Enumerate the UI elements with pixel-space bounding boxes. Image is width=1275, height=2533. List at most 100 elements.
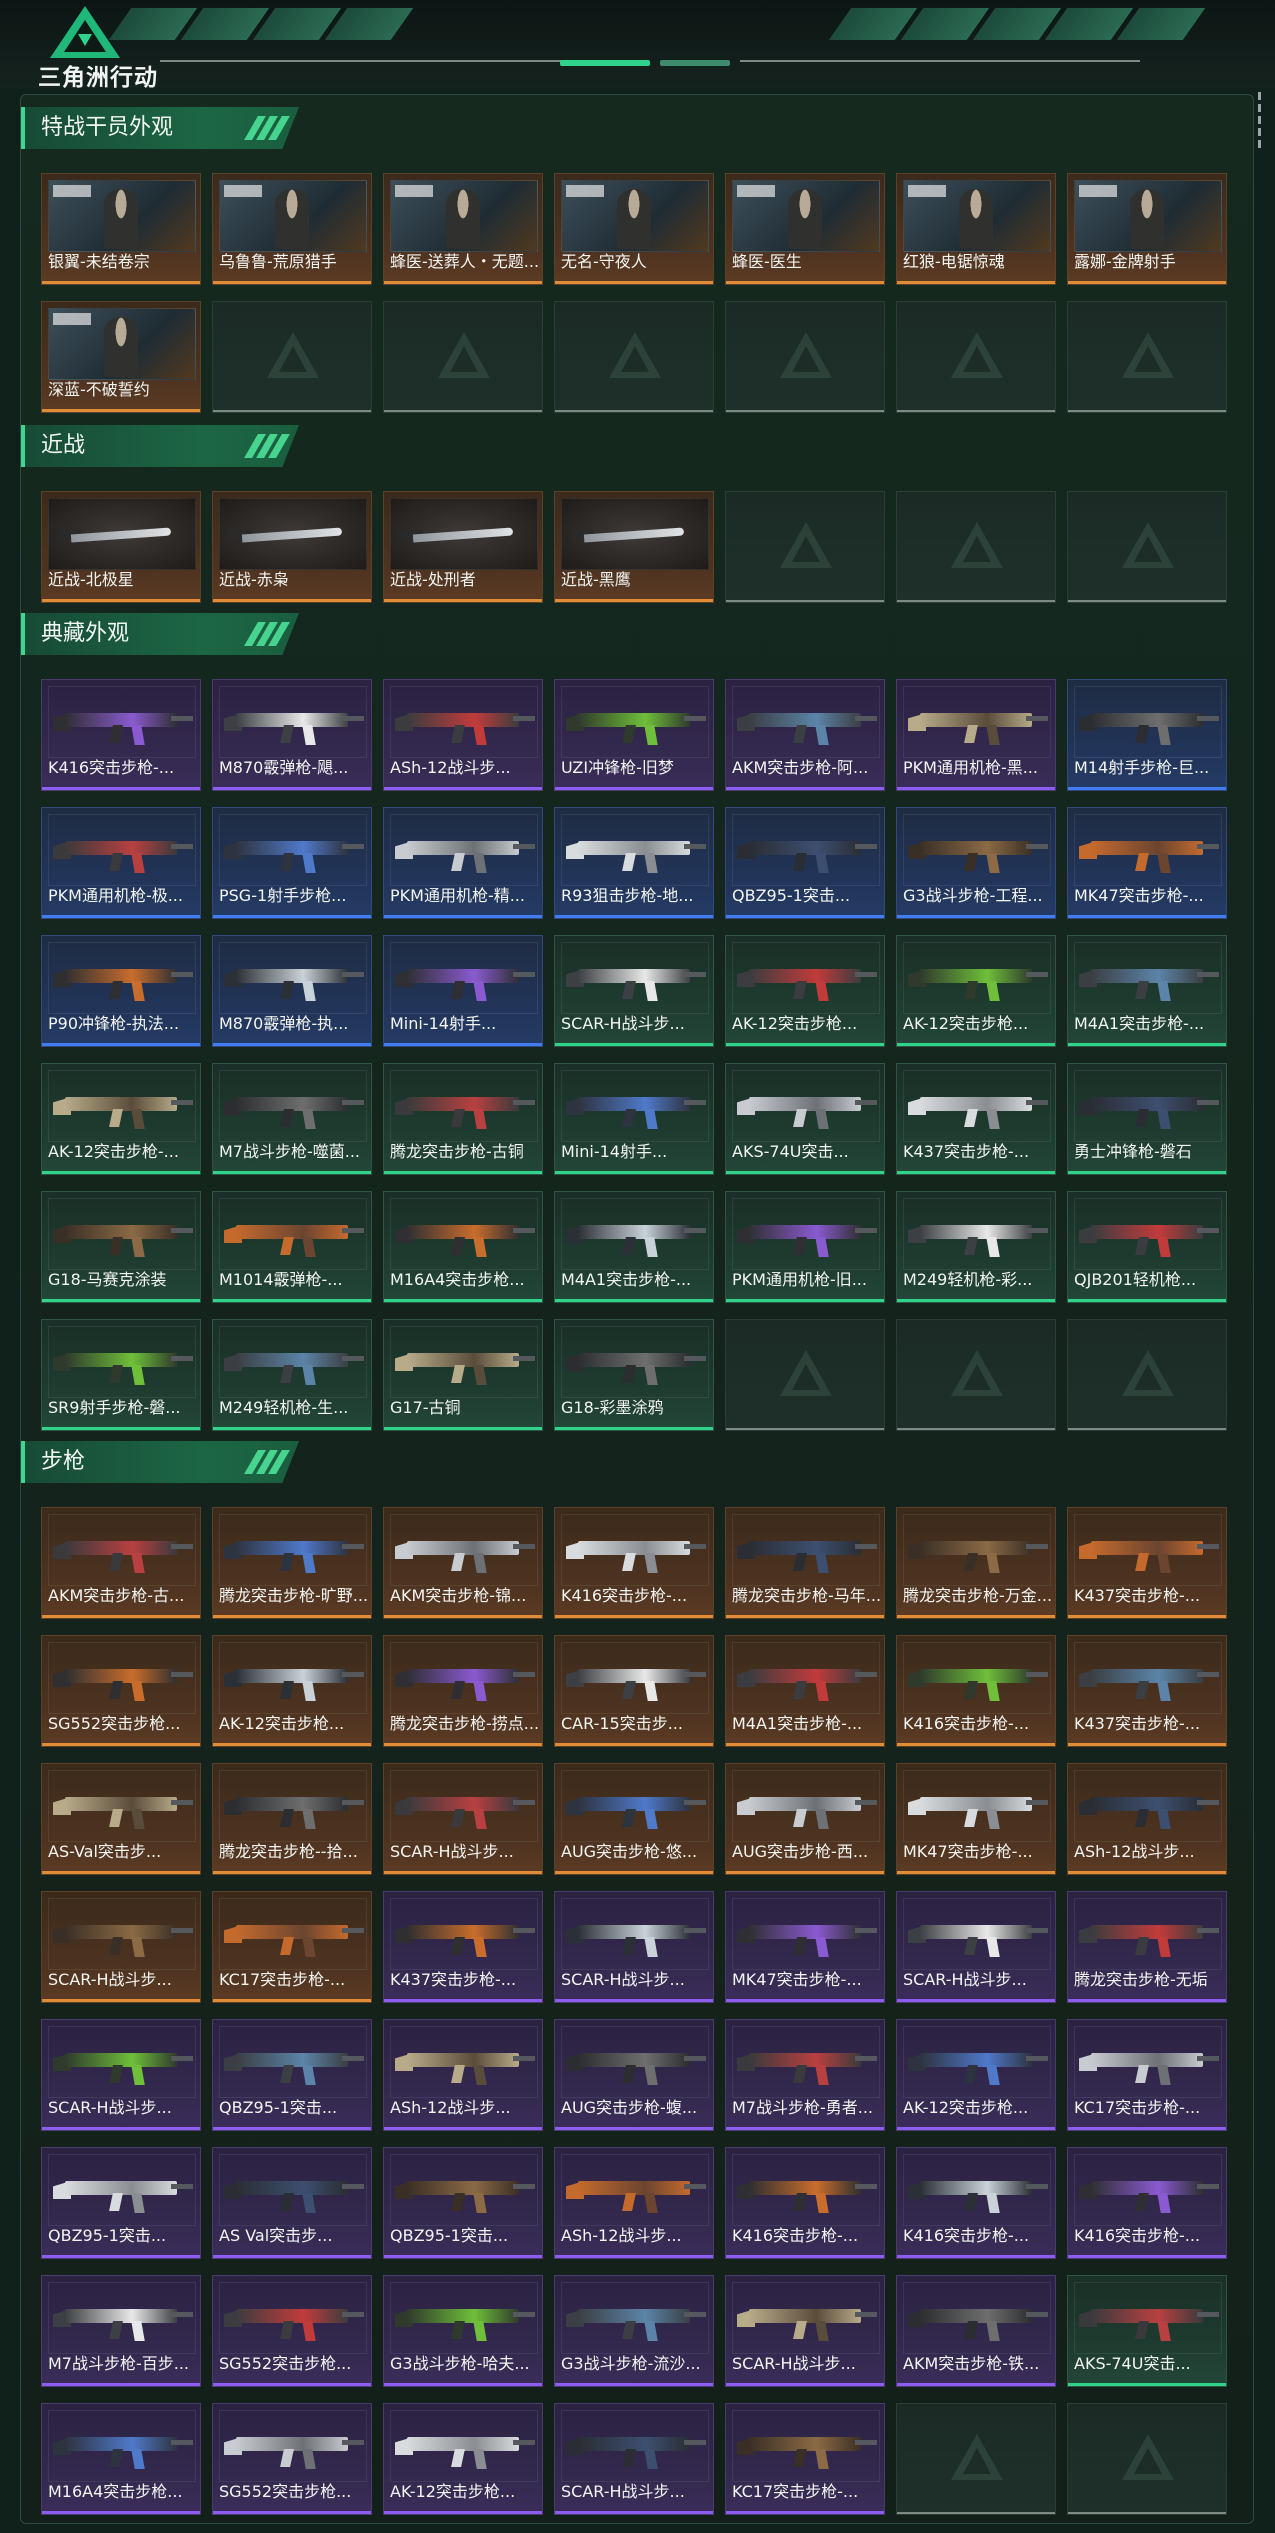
skin-card[interactable]: KC17突击步枪-... xyxy=(1067,2019,1227,2131)
skin-card[interactable]: G18-彩墨涂鸦 xyxy=(554,1319,714,1431)
skin-card[interactable]: 腾龙突击步枪-古铜 xyxy=(383,1063,543,1175)
skin-card[interactable]: G3战斗步枪-工程... xyxy=(896,807,1056,919)
skin-card[interactable]: AK-12突击步枪... xyxy=(212,1635,372,1747)
skin-card[interactable]: K416突击步枪-... xyxy=(1067,2147,1227,2259)
skin-card[interactable]: QJB201轻机枪... xyxy=(1067,1191,1227,1303)
skin-card[interactable]: 乌鲁鲁-荒原猎手 xyxy=(212,173,372,285)
skin-card[interactable]: AKS-74U突击... xyxy=(725,1063,885,1175)
skin-card[interactable]: SCAR-H战斗步... xyxy=(383,1763,543,1875)
skin-card[interactable]: AK-12突击步枪-... xyxy=(41,1063,201,1175)
skin-card[interactable]: QBZ95-1突击... xyxy=(725,807,885,919)
skin-card[interactable]: SG552突击步枪... xyxy=(41,1635,201,1747)
skin-card[interactable]: KC17突击步枪-... xyxy=(212,1891,372,2003)
skin-card[interactable]: M16A4突击步枪... xyxy=(383,1191,543,1303)
skin-card[interactable]: ASh-12战斗步... xyxy=(383,2019,543,2131)
skin-card[interactable]: 近战-黑鹰 xyxy=(554,491,714,603)
skin-card[interactable]: M7战斗步枪-噬菌... xyxy=(212,1063,372,1175)
skin-card[interactable]: KC17突击步枪-... xyxy=(725,2403,885,2515)
skin-card[interactable]: 蜂医-医生 xyxy=(725,173,885,285)
skin-card[interactable]: K416突击步枪-... xyxy=(896,2147,1056,2259)
skin-card[interactable]: AKM突击步枪-古... xyxy=(41,1507,201,1619)
skin-card[interactable]: M870霰弹枪-执... xyxy=(212,935,372,1047)
skin-card[interactable]: AK-12突击步枪... xyxy=(383,2403,543,2515)
skin-card[interactable]: G3战斗步枪-哈夫... xyxy=(383,2275,543,2387)
skin-card[interactable]: SR9射手步枪-磐... xyxy=(41,1319,201,1431)
skin-card[interactable]: ASh-12战斗步... xyxy=(1067,1763,1227,1875)
skin-card[interactable]: K437突击步枪-... xyxy=(896,1063,1056,1175)
skin-card[interactable]: QBZ95-1突击... xyxy=(212,2019,372,2131)
skin-card[interactable]: PKM通用机枪-旧... xyxy=(725,1191,885,1303)
skin-card[interactable]: 腾龙突击步枪-马年... xyxy=(725,1507,885,1619)
skin-card[interactable]: AKM突击步枪-阿... xyxy=(725,679,885,791)
skin-card[interactable]: 银翼-未结卷宗 xyxy=(41,173,201,285)
skin-card[interactable]: R93狙击步枪-地... xyxy=(554,807,714,919)
skin-card[interactable]: AUG突击步枪-蝮... xyxy=(554,2019,714,2131)
skin-card[interactable]: SG552突击步枪... xyxy=(212,2403,372,2515)
skin-card[interactable]: 深蓝-不破誓约 xyxy=(41,301,201,413)
skin-card[interactable]: QBZ95-1突击... xyxy=(383,2147,543,2259)
skin-card[interactable]: PSG-1射手步枪... xyxy=(212,807,372,919)
skin-card[interactable]: SCAR-H战斗步... xyxy=(554,935,714,1047)
skin-card[interactable]: AKS-74U突击... xyxy=(1067,2275,1227,2387)
skin-card[interactable]: ASh-12战斗步... xyxy=(554,2147,714,2259)
scroll-indicator[interactable] xyxy=(1258,92,1264,162)
skin-card[interactable]: SCAR-H战斗步... xyxy=(725,2275,885,2387)
skin-card[interactable]: G18-马赛克涂装 xyxy=(41,1191,201,1303)
skin-card[interactable]: 蜂医-送葬人・无题... xyxy=(383,173,543,285)
skin-card[interactable]: 腾龙突击步枪-旷野... xyxy=(212,1507,372,1619)
skin-card[interactable]: M870霰弹枪-飓... xyxy=(212,679,372,791)
skin-card[interactable]: P90冲锋枪-执法... xyxy=(41,935,201,1047)
skin-card[interactable]: SCAR-H战斗步... xyxy=(554,1891,714,2003)
skin-card[interactable]: M249轻机枪-生... xyxy=(212,1319,372,1431)
skin-card[interactable]: K416突击步枪-... xyxy=(554,1507,714,1619)
skin-card[interactable]: AKM突击步枪-铁... xyxy=(896,2275,1056,2387)
skin-card[interactable]: M4A1突击步枪-... xyxy=(554,1191,714,1303)
skin-card[interactable]: SCAR-H战斗步... xyxy=(554,2403,714,2515)
skin-card[interactable]: G17-古铜 xyxy=(383,1319,543,1431)
skin-card[interactable]: MK47突击步枪-... xyxy=(1067,807,1227,919)
skin-card[interactable]: K437突击步枪-... xyxy=(383,1891,543,2003)
skin-card[interactable]: G3战斗步枪-流沙... xyxy=(554,2275,714,2387)
skin-card[interactable]: 近战-北极星 xyxy=(41,491,201,603)
skin-card[interactable]: K416突击步枪-... xyxy=(896,1635,1056,1747)
skin-card[interactable]: MK47突击步枪-... xyxy=(896,1763,1056,1875)
skin-card[interactable]: SCAR-H战斗步... xyxy=(41,2019,201,2131)
skin-card[interactable]: M249轻机枪-彩... xyxy=(896,1191,1056,1303)
skin-card[interactable]: SG552突击步枪... xyxy=(212,2275,372,2387)
skin-card[interactable]: M16A4突击步枪... xyxy=(41,2403,201,2515)
skin-card[interactable]: 腾龙突击步枪-万金... xyxy=(896,1507,1056,1619)
skin-card[interactable]: AKM突击步枪-锦... xyxy=(383,1507,543,1619)
skin-card[interactable]: 腾龙突击步枪--拾... xyxy=(212,1763,372,1875)
skin-card[interactable]: K416突击步枪-... xyxy=(725,2147,885,2259)
skin-card[interactable]: 无名-守夜人 xyxy=(554,173,714,285)
skin-card[interactable]: UZI冲锋枪-旧梦 xyxy=(554,679,714,791)
skin-card[interactable]: M4A1突击步枪-... xyxy=(725,1635,885,1747)
skin-card[interactable]: 腾龙突击步枪-无垢 xyxy=(1067,1891,1227,2003)
skin-card[interactable]: M14射手步枪-巨... xyxy=(1067,679,1227,791)
skin-card[interactable]: 近战-赤枭 xyxy=(212,491,372,603)
skin-card[interactable]: MK47突击步枪-... xyxy=(725,1891,885,2003)
skin-card[interactable]: 红狼-电锯惊魂 xyxy=(896,173,1056,285)
skin-card[interactable]: CAR-15突击步... xyxy=(554,1635,714,1747)
skin-card[interactable]: AS-Val突击步... xyxy=(41,1763,201,1875)
skin-card[interactable]: 近战-处刑者 xyxy=(383,491,543,603)
skin-card[interactable]: QBZ95-1突击... xyxy=(41,2147,201,2259)
skin-card[interactable]: K437突击步枪-... xyxy=(1067,1635,1227,1747)
skin-card[interactable]: K416突击步枪-... xyxy=(41,679,201,791)
skin-card[interactable]: SCAR-H战斗步... xyxy=(896,1891,1056,2003)
skin-card[interactable]: AK-12突击步枪... xyxy=(896,935,1056,1047)
skin-card[interactable]: AUG突击步枪-西... xyxy=(725,1763,885,1875)
skin-card[interactable]: K437突击步枪-... xyxy=(1067,1507,1227,1619)
skin-card[interactable]: 腾龙突击步枪-捞点... xyxy=(383,1635,543,1747)
skin-card[interactable]: 露娜-金牌射手 xyxy=(1067,173,1227,285)
skin-card[interactable]: AS Val突击步... xyxy=(212,2147,372,2259)
skin-card[interactable]: Mini-14射手... xyxy=(554,1063,714,1175)
skin-card[interactable]: PKM通用机枪-精... xyxy=(383,807,543,919)
skin-card[interactable]: M1014霰弹枪-... xyxy=(212,1191,372,1303)
skin-card[interactable]: M7战斗步枪-勇者... xyxy=(725,2019,885,2131)
skin-card[interactable]: M7战斗步枪-百步... xyxy=(41,2275,201,2387)
skin-card[interactable]: SCAR-H战斗步... xyxy=(41,1891,201,2003)
skin-card[interactable]: ASh-12战斗步... xyxy=(383,679,543,791)
skin-card[interactable]: PKM通用机枪-黑... xyxy=(896,679,1056,791)
skin-card[interactable]: AUG突击步枪-悠... xyxy=(554,1763,714,1875)
